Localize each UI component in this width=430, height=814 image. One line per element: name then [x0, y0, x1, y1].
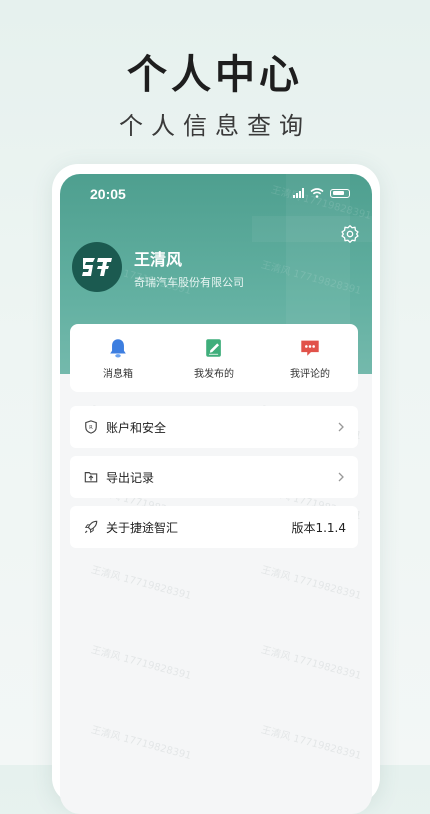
phone-frame: 王清风 17719828391 王清风 17719828391 王清风 1771… [52, 164, 380, 814]
about-row[interactable]: 关于捷途智汇 版本1.1.4 [70, 506, 358, 548]
watermark-text: 王清风 17719828391 [89, 644, 193, 683]
avatar[interactable] [72, 242, 122, 292]
svg-text:R: R [89, 425, 93, 431]
watermark-text: 王清风 17719828391 [259, 564, 363, 603]
status-bar: 20:05 [60, 174, 372, 214]
quick-actions-card: 消息箱 我发布的 我评论的 [70, 324, 358, 392]
watermark-text: 王清风 17719828391 [259, 724, 363, 763]
account-security-label: 账户和安全 [106, 420, 167, 435]
export-records-row[interactable]: 导出记录 [70, 456, 358, 498]
export-records-label: 导出记录 [106, 470, 155, 485]
my-posts-button[interactable]: 我发布的 [170, 337, 258, 380]
promo-subtitle: 个人信息查询 [119, 112, 311, 140]
inbox-label: 消息箱 [103, 368, 133, 380]
watermark-text: 王清风 17719828391 [89, 724, 193, 763]
inbox-button[interactable]: 消息箱 [74, 337, 162, 380]
my-comments-label: 我评论的 [290, 368, 330, 380]
user-company: 奇瑞汽车股份有限公司 [134, 276, 244, 289]
watermark-text: 王清风 17719828391 [89, 564, 193, 603]
cellular-signal-icon [293, 188, 304, 198]
bell-icon [110, 338, 126, 357]
chevron-right-icon [338, 472, 344, 482]
account-security-row[interactable]: R 账户和安全 [70, 406, 358, 448]
wifi-icon [310, 188, 324, 198]
chevron-right-icon [338, 422, 344, 432]
rocket-icon [84, 520, 98, 534]
edit-document-icon [206, 338, 221, 357]
promo-title: 个人中心 [127, 52, 303, 98]
settings-gear-icon[interactable] [340, 224, 360, 244]
company-logo-icon [82, 258, 112, 276]
app-version: 版本1.1.4 [291, 520, 346, 535]
status-time: 20:05 [90, 186, 126, 202]
app-screen: 王清风 17719828391 王清风 17719828391 王清风 1771… [60, 174, 372, 814]
comment-icon [301, 340, 319, 356]
export-folder-icon [84, 472, 98, 483]
my-comments-button[interactable]: 我评论的 [266, 337, 354, 380]
watermark-text: 王清风 17719828391 [259, 644, 363, 683]
about-label: 关于捷途智汇 [106, 520, 179, 535]
user-name: 王清风 [134, 250, 183, 269]
shield-icon: R [85, 420, 97, 434]
battery-icon [330, 188, 350, 198]
my-posts-label: 我发布的 [194, 368, 234, 380]
